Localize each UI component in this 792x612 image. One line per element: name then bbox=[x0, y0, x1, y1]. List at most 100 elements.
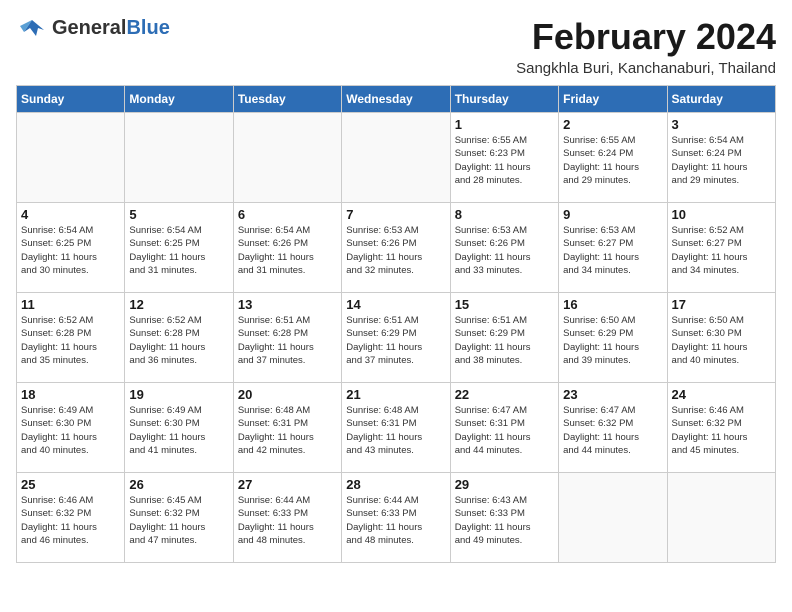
day-info: Sunrise: 6:52 AM Sunset: 6:28 PM Dayligh… bbox=[129, 314, 228, 367]
calendar-cell: 21 Sunrise: 6:48 AM Sunset: 6:31 PM Dayli… bbox=[342, 383, 450, 473]
day-number: 4 bbox=[21, 207, 120, 222]
calendar-cell: 15Sunrise: 6:51 AM Sunset: 6:29 PM Dayli… bbox=[450, 293, 558, 383]
weekday-header: Saturday bbox=[667, 86, 775, 113]
day-number: 1 bbox=[455, 117, 554, 132]
day-number: 29 bbox=[455, 477, 554, 492]
day-number: 12 bbox=[129, 297, 228, 312]
calendar-cell: 9 Sunrise: 6:53 AM Sunset: 6:27 PM Daylig… bbox=[559, 203, 667, 293]
calendar-cell: 1 Sunrise: 6:55 AM Sunset: 6:23 PM Daylig… bbox=[450, 113, 558, 203]
calendar-week-row: 11 Sunrise: 6:52 AM Sunset: 6:28 PM Dayli… bbox=[17, 293, 776, 383]
day-number: 20 bbox=[238, 387, 337, 402]
logo-general: GeneralBlue bbox=[52, 17, 170, 39]
title-section: February 2024 Sangkhla Buri, Kanchanabur… bbox=[516, 16, 776, 77]
day-info: Sunrise: 6:54 AM Sunset: 6:25 PM Dayligh… bbox=[21, 224, 120, 277]
calendar-cell: 27Sunrise: 6:44 AM Sunset: 6:33 PM Dayli… bbox=[233, 473, 341, 563]
calendar-cell: 11 Sunrise: 6:52 AM Sunset: 6:28 PM Dayli… bbox=[17, 293, 125, 383]
calendar-cell: 6 Sunrise: 6:54 AM Sunset: 6:26 PM Daylig… bbox=[233, 203, 341, 293]
calendar-cell: 25 Sunrise: 6:46 AM Sunset: 6:32 PM Dayli… bbox=[17, 473, 125, 563]
calendar-cell bbox=[233, 113, 341, 203]
logo: GeneralBlue bbox=[16, 16, 170, 40]
calendar-cell bbox=[17, 113, 125, 203]
page-header: GeneralBlue February 2024 Sangkhla Buri,… bbox=[16, 16, 776, 77]
day-info: Sunrise: 6:54 AM Sunset: 6:24 PM Dayligh… bbox=[672, 134, 771, 187]
day-info: Sunrise: 6:53 AM Sunset: 6:26 PM Dayligh… bbox=[346, 224, 445, 277]
day-info: Sunrise: 6:52 AM Sunset: 6:28 PM Dayligh… bbox=[21, 314, 120, 367]
calendar-week-row: 25 Sunrise: 6:46 AM Sunset: 6:32 PM Dayli… bbox=[17, 473, 776, 563]
calendar-cell: 12 Sunrise: 6:52 AM Sunset: 6:28 PM Dayli… bbox=[125, 293, 233, 383]
day-info: Sunrise: 6:53 AM Sunset: 6:27 PM Dayligh… bbox=[563, 224, 662, 277]
day-info: Sunrise: 6:45 AM Sunset: 6:32 PM Dayligh… bbox=[129, 494, 228, 547]
calendar-header-row: SundayMondayTuesdayWednesdayThursdayFrid… bbox=[17, 86, 776, 113]
day-number: 6 bbox=[238, 207, 337, 222]
calendar-cell bbox=[667, 473, 775, 563]
day-number: 26 bbox=[129, 477, 228, 492]
calendar-cell: 7 Sunrise: 6:53 AM Sunset: 6:26 PM Daylig… bbox=[342, 203, 450, 293]
weekday-header: Sunday bbox=[17, 86, 125, 113]
calendar-week-row: 4 Sunrise: 6:54 AM Sunset: 6:25 PM Daylig… bbox=[17, 203, 776, 293]
day-info: Sunrise: 6:43 AM Sunset: 6:33 PM Dayligh… bbox=[455, 494, 554, 547]
calendar-cell: 2 Sunrise: 6:55 AM Sunset: 6:24 PM Daylig… bbox=[559, 113, 667, 203]
day-number: 21 bbox=[346, 387, 445, 402]
day-number: 15 bbox=[455, 297, 554, 312]
day-number: 19 bbox=[129, 387, 228, 402]
day-info: Sunrise: 6:52 AM Sunset: 6:27 PM Dayligh… bbox=[672, 224, 771, 277]
calendar-cell: 8 Sunrise: 6:53 AM Sunset: 6:26 PM Daylig… bbox=[450, 203, 558, 293]
day-number: 8 bbox=[455, 207, 554, 222]
day-info: Sunrise: 6:55 AM Sunset: 6:24 PM Dayligh… bbox=[563, 134, 662, 187]
day-number: 16 bbox=[563, 297, 662, 312]
calendar-cell: 19 Sunrise: 6:49 AM Sunset: 6:30 PM Dayli… bbox=[125, 383, 233, 473]
day-info: Sunrise: 6:55 AM Sunset: 6:23 PM Dayligh… bbox=[455, 134, 554, 187]
calendar-cell: 5Sunrise: 6:54 AM Sunset: 6:25 PM Daylig… bbox=[125, 203, 233, 293]
calendar-week-row: 18 Sunrise: 6:49 AM Sunset: 6:30 PM Dayli… bbox=[17, 383, 776, 473]
day-number: 27 bbox=[238, 477, 337, 492]
bird-icon bbox=[16, 16, 48, 40]
calendar-cell: 18 Sunrise: 6:49 AM Sunset: 6:30 PM Dayli… bbox=[17, 383, 125, 473]
day-number: 13 bbox=[238, 297, 337, 312]
calendar-cell: 29 Sunrise: 6:43 AM Sunset: 6:33 PM Dayli… bbox=[450, 473, 558, 563]
day-number: 28 bbox=[346, 477, 445, 492]
day-number: 22 bbox=[455, 387, 554, 402]
day-number: 14 bbox=[346, 297, 445, 312]
day-info: Sunrise: 6:49 AM Sunset: 6:30 PM Dayligh… bbox=[129, 404, 228, 457]
day-number: 3 bbox=[672, 117, 771, 132]
day-info: Sunrise: 6:46 AM Sunset: 6:32 PM Dayligh… bbox=[21, 494, 120, 547]
day-info: Sunrise: 6:47 AM Sunset: 6:32 PM Dayligh… bbox=[563, 404, 662, 457]
day-info: Sunrise: 6:46 AM Sunset: 6:32 PM Dayligh… bbox=[672, 404, 771, 457]
month-title: February 2024 bbox=[516, 16, 776, 58]
calendar-cell bbox=[559, 473, 667, 563]
day-number: 10 bbox=[672, 207, 771, 222]
day-info: Sunrise: 6:48 AM Sunset: 6:31 PM Dayligh… bbox=[346, 404, 445, 457]
calendar-cell: 17 Sunrise: 6:50 AM Sunset: 6:30 PM Dayli… bbox=[667, 293, 775, 383]
day-info: Sunrise: 6:50 AM Sunset: 6:30 PM Dayligh… bbox=[672, 314, 771, 367]
day-number: 25 bbox=[21, 477, 120, 492]
day-number: 9 bbox=[563, 207, 662, 222]
calendar-cell: 4 Sunrise: 6:54 AM Sunset: 6:25 PM Daylig… bbox=[17, 203, 125, 293]
calendar-cell: 20Sunrise: 6:48 AM Sunset: 6:31 PM Dayli… bbox=[233, 383, 341, 473]
calendar-cell: 3 Sunrise: 6:54 AM Sunset: 6:24 PM Daylig… bbox=[667, 113, 775, 203]
calendar-week-row: 1 Sunrise: 6:55 AM Sunset: 6:23 PM Daylig… bbox=[17, 113, 776, 203]
calendar-cell: 22 Sunrise: 6:47 AM Sunset: 6:31 PM Dayli… bbox=[450, 383, 558, 473]
day-number: 17 bbox=[672, 297, 771, 312]
weekday-header: Monday bbox=[125, 86, 233, 113]
weekday-header: Tuesday bbox=[233, 86, 341, 113]
day-number: 2 bbox=[563, 117, 662, 132]
weekday-header: Friday bbox=[559, 86, 667, 113]
day-number: 18 bbox=[21, 387, 120, 402]
day-info: Sunrise: 6:54 AM Sunset: 6:26 PM Dayligh… bbox=[238, 224, 337, 277]
calendar-cell: 10 Sunrise: 6:52 AM Sunset: 6:27 PM Dayli… bbox=[667, 203, 775, 293]
day-info: Sunrise: 6:51 AM Sunset: 6:29 PM Dayligh… bbox=[346, 314, 445, 367]
day-info: Sunrise: 6:53 AM Sunset: 6:26 PM Dayligh… bbox=[455, 224, 554, 277]
weekday-header: Thursday bbox=[450, 86, 558, 113]
calendar-cell: 28Sunrise: 6:44 AM Sunset: 6:33 PM Dayli… bbox=[342, 473, 450, 563]
day-number: 7 bbox=[346, 207, 445, 222]
calendar-cell: 13Sunrise: 6:51 AM Sunset: 6:28 PM Dayli… bbox=[233, 293, 341, 383]
day-number: 24 bbox=[672, 387, 771, 402]
calendar-cell: 23Sunrise: 6:47 AM Sunset: 6:32 PM Dayli… bbox=[559, 383, 667, 473]
day-info: Sunrise: 6:49 AM Sunset: 6:30 PM Dayligh… bbox=[21, 404, 120, 457]
day-info: Sunrise: 6:47 AM Sunset: 6:31 PM Dayligh… bbox=[455, 404, 554, 457]
day-number: 5 bbox=[129, 207, 228, 222]
calendar-cell: 24 Sunrise: 6:46 AM Sunset: 6:32 PM Dayli… bbox=[667, 383, 775, 473]
day-info: Sunrise: 6:50 AM Sunset: 6:29 PM Dayligh… bbox=[563, 314, 662, 367]
day-number: 11 bbox=[21, 297, 120, 312]
calendar-cell bbox=[125, 113, 233, 203]
